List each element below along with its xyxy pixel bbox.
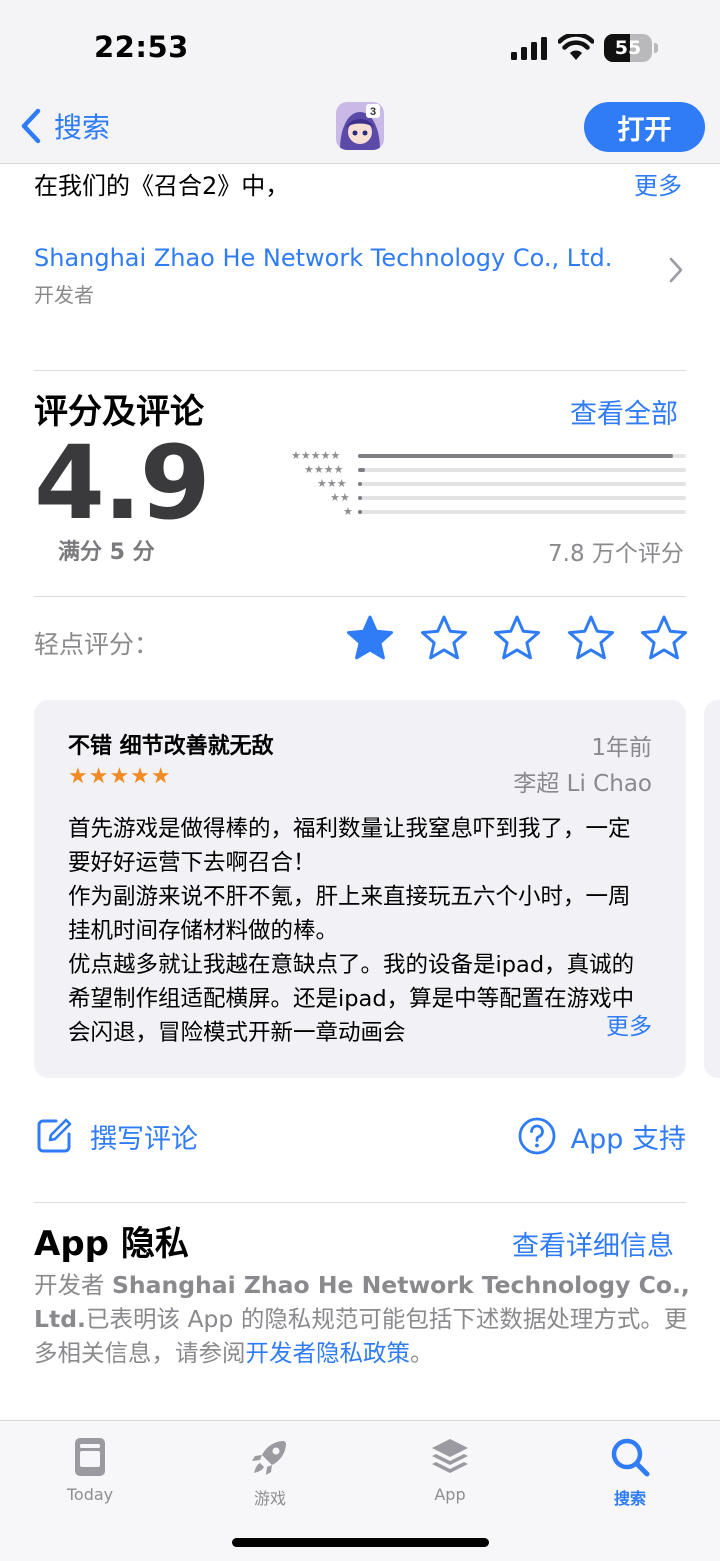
histogram-track: [358, 510, 686, 514]
review-title: 不错 细节改善就无敌: [68, 734, 274, 759]
privacy-suffix: 。: [410, 1339, 434, 1367]
rating-histogram: ★★★★★ ★★★★ ★★★ ★★ ★: [276, 449, 686, 519]
app-support-button[interactable]: App 支持: [517, 1116, 686, 1156]
chevron-left-icon: [21, 108, 41, 144]
review-body: 首先游戏是做得棒的，福利数量让我窒息吓到我了，一定要好好运营下去啊召合！ 作为副…: [68, 816, 635, 1046]
developer-label: 开发者: [34, 283, 94, 307]
histogram-track: [358, 496, 686, 500]
home-indicator[interactable]: [232, 1538, 489, 1547]
histogram-bar: [358, 482, 362, 486]
navigation-bar: 搜索 3 打开: [0, 96, 720, 164]
privacy-heading: App 隐私: [34, 1224, 189, 1264]
battery-percentage: 55: [614, 37, 642, 59]
average-rating: 4.9: [34, 424, 211, 543]
histogram-star-label: ★★★★★: [291, 449, 341, 462]
histogram-track: [358, 454, 686, 458]
compose-icon: [37, 1118, 72, 1153]
tab-games[interactable]: 游戏: [210, 1429, 330, 1509]
histogram-bar: [358, 496, 362, 500]
layers-icon: [432, 1439, 468, 1473]
histogram-row: ★★★★: [276, 463, 686, 477]
tab-apps[interactable]: App: [390, 1429, 510, 1509]
battery-indicator: 55: [604, 34, 658, 62]
cellular-signal-icon: [511, 37, 547, 60]
divider: [34, 1202, 686, 1203]
see-all-reviews-link[interactable]: 查看全部: [570, 392, 678, 431]
tab-today[interactable]: Today: [30, 1429, 150, 1509]
histogram-row: ★★★★★: [276, 449, 686, 463]
write-review-label: 撰写评论: [90, 1123, 198, 1155]
star-rating-icon[interactable]: [640, 614, 688, 662]
next-review-card[interactable]: [704, 700, 720, 1078]
back-button[interactable]: 搜索: [20, 104, 110, 148]
status-bar: 22:53 55: [0, 0, 720, 96]
review-card[interactable]: 不错 细节改善就无敌 1年前 ★★★★★ 李超 Li Chao 首先游戏是做得棒…: [34, 700, 686, 1078]
search-icon: [611, 1438, 650, 1477]
tab-today-label: Today: [66, 1485, 114, 1504]
svg-text:3: 3: [370, 106, 376, 118]
review-star-rating: ★★★★★: [68, 764, 172, 789]
privacy-prefix: 开发者: [34, 1271, 112, 1299]
histogram-track: [358, 482, 686, 486]
open-app-button[interactable]: 打开: [584, 102, 705, 152]
rating-scale-label: 满分 5 分: [58, 540, 155, 565]
description-more-link[interactable]: 更多: [634, 166, 682, 201]
tab-search-label: 搜索: [613, 1489, 646, 1508]
privacy-details-link[interactable]: 查看详细信息: [512, 1224, 674, 1263]
histogram-row: ★: [276, 505, 686, 519]
today-icon: [75, 1438, 105, 1476]
histogram-track: [358, 468, 686, 472]
histogram-row: ★★★: [276, 477, 686, 491]
histogram-bar: [358, 454, 673, 458]
divider: [34, 370, 686, 371]
tap-to-rate-stars: [346, 614, 688, 664]
histogram-star-label: ★★: [330, 491, 350, 504]
chevron-right-icon[interactable]: [668, 256, 684, 284]
privacy-description: 开发者 Shanghai Zhao He Network Technology …: [34, 1268, 694, 1370]
app-support-label: App 支持: [570, 1123, 686, 1155]
developer-privacy-policy-link[interactable]: 开发者隐私政策: [246, 1339, 411, 1367]
histogram-bar: [358, 468, 365, 472]
write-review-button[interactable]: 撰写评论: [34, 1116, 198, 1156]
tap-to-rate-label: 轻点评分：: [34, 630, 160, 659]
histogram-row: ★★: [276, 491, 686, 505]
histogram-star-label: ★★★: [317, 477, 347, 490]
star-rating-icon[interactable]: [493, 614, 541, 662]
rating-count: 7.8 万个评分: [548, 541, 684, 567]
tab-games-label: 游戏: [253, 1489, 286, 1508]
histogram-bar: [358, 510, 362, 514]
app-icon: 3: [336, 102, 384, 150]
tab-search[interactable]: 搜索: [570, 1429, 690, 1509]
histogram-star-label: ★: [343, 505, 353, 518]
status-time: 22:53: [94, 30, 189, 64]
review-author: 李超 Li Chao: [513, 771, 652, 797]
wifi-icon: [558, 34, 594, 60]
tab-apps-label: App: [434, 1485, 466, 1504]
review-date: 1年前: [591, 735, 652, 761]
help-circle-icon: [518, 1117, 556, 1155]
developer-link[interactable]: Shanghai Zhao He Network Technology Co.,…: [34, 244, 612, 272]
back-button-label: 搜索: [54, 111, 111, 144]
histogram-star-label: ★★★★: [304, 463, 344, 476]
divider: [34, 596, 686, 597]
rocket-icon: [252, 1441, 286, 1475]
description-text: 在我们的《召合2》中，: [34, 172, 290, 200]
star-rating-icon[interactable]: [346, 614, 394, 662]
star-rating-icon[interactable]: [567, 614, 615, 662]
review-actions: 撰写评论 App 支持: [34, 1116, 686, 1164]
review-more-link[interactable]: 更多: [576, 1010, 652, 1044]
star-rating-icon[interactable]: [420, 614, 468, 662]
